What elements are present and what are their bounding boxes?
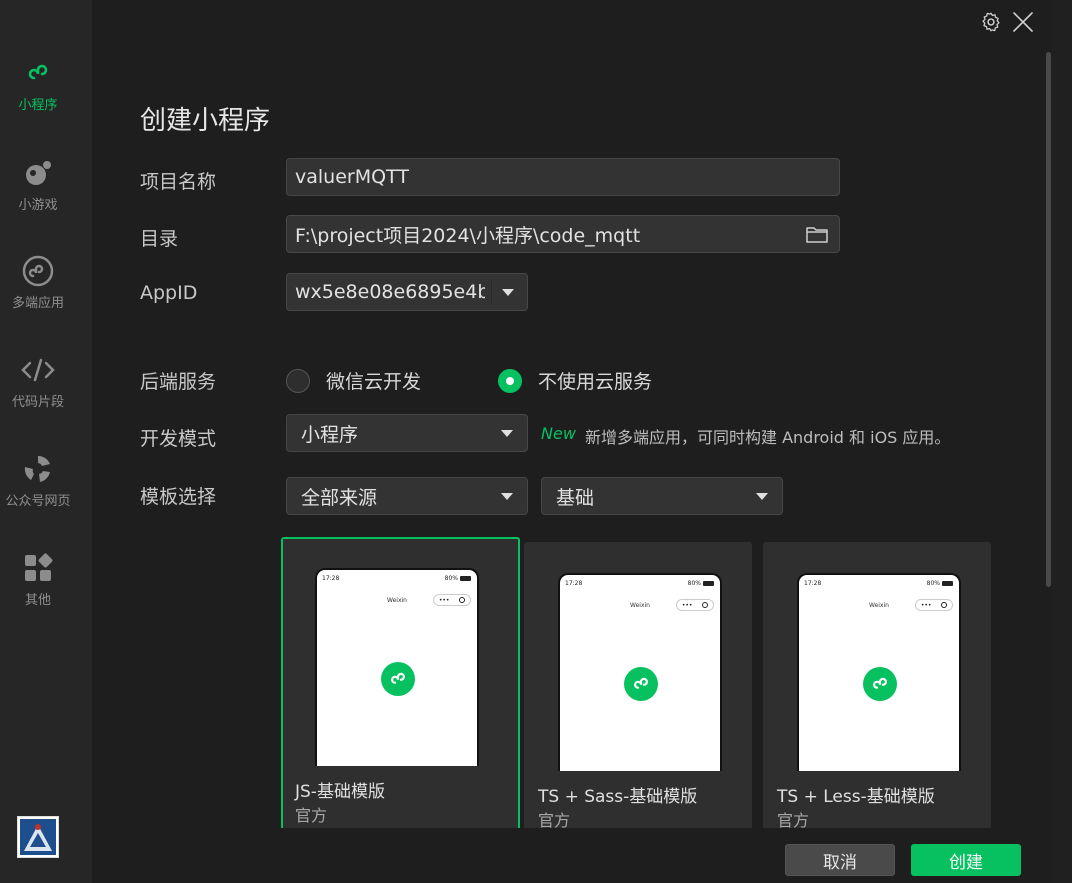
project-name-input[interactable]: valuerMQTT — [286, 158, 840, 196]
radio-label: 不使用云服务 — [538, 371, 653, 393]
new-badge: New — [541, 424, 576, 443]
radio-label: 微信云开发 — [326, 371, 422, 393]
project-name-label: 项目名称 — [140, 171, 217, 193]
template-card-ts-less[interactable]: 17:28 80% Weixin ••• TS + Less-基础模版 官方 — [763, 542, 991, 832]
chevron-down-icon — [501, 492, 513, 500]
more-icon: ••• — [920, 601, 932, 609]
miniprogram-icon — [21, 56, 55, 90]
template-name: TS + Sass-基础模版 — [538, 787, 698, 807]
phone-battery: 80% — [927, 580, 953, 587]
create-button[interactable]: 创建 — [911, 844, 1021, 876]
battery-percent: 80% — [687, 580, 701, 587]
miniprogram-logo-icon — [624, 667, 658, 701]
phone-battery: 80% — [688, 580, 714, 587]
chevron-down-icon[interactable] — [502, 288, 514, 296]
appid-label: AppID — [140, 282, 198, 304]
sidebar-item-label: 代码片段 — [11, 395, 64, 410]
template-name: JS-基础模版 — [295, 782, 385, 802]
dev-mode-select[interactable]: 小程序 — [286, 414, 528, 452]
project-name-value: valuerMQTT — [295, 166, 409, 188]
official-account-icon — [21, 452, 55, 486]
sidebar-item-minigame[interactable]: 小游戏 — [0, 156, 76, 213]
new-feature-description: 新增多端应用，可同时构建 Android 和 iOS 应用。 — [585, 428, 951, 447]
miniprogram-logo-icon — [381, 662, 415, 696]
miniprogram-logo-icon — [863, 667, 897, 701]
battery-percent: 80% — [926, 580, 940, 587]
chevron-down-icon — [501, 429, 513, 437]
other-icon — [21, 551, 55, 585]
phone-capsule: ••• — [433, 594, 471, 606]
footer-bar — [92, 828, 1052, 883]
template-source-value: 全部来源 — [301, 486, 378, 509]
sidebar-item-label: 其他 — [24, 593, 51, 608]
backend-label: 后端服务 — [140, 371, 217, 393]
scrollbar-thumb[interactable] — [1046, 52, 1051, 587]
directory-label: 目录 — [140, 228, 179, 250]
multiplatform-icon — [21, 254, 55, 288]
appid-dropdown-divider — [491, 280, 492, 304]
folder-icon[interactable] — [805, 224, 829, 244]
phone-preview: 17:28 80% Weixin ••• — [558, 573, 722, 771]
capsule-close-icon — [459, 597, 466, 603]
gear-icon[interactable] — [977, 8, 1005, 36]
code-snippet-icon — [21, 353, 55, 387]
phone-capsule: ••• — [676, 599, 714, 611]
avatar[interactable] — [17, 816, 59, 858]
phone-time: 17:28 — [804, 580, 822, 587]
phone-battery: 80% — [445, 575, 471, 582]
more-icon: ••• — [438, 596, 450, 604]
sidebar-item-code-snippet[interactable]: 代码片段 — [0, 353, 76, 410]
phone-capsule: ••• — [915, 599, 953, 611]
template-card-ts-sass[interactable]: 17:28 80% Weixin ••• TS + Sass-基础模版 官方 — [524, 542, 752, 832]
directory-value: F:\project项目2024\小程序\code_mqtt — [295, 224, 641, 247]
capsule-close-icon — [702, 602, 709, 608]
template-source-select[interactable]: 全部来源 — [286, 477, 528, 515]
radio-circle[interactable] — [498, 368, 522, 393]
radio-no-cloud[interactable]: 不使用云服务 — [498, 367, 652, 394]
scrollbar-track[interactable] — [1052, 0, 1072, 883]
appid-value: wx5e8e08e6895e4b7c — [295, 281, 485, 303]
battery-icon — [942, 581, 953, 586]
template-source: 官方 — [295, 806, 328, 825]
battery-icon — [460, 576, 471, 581]
phone-preview: 17:28 80% Weixin ••• — [315, 568, 479, 766]
dev-mode-value: 小程序 — [301, 423, 359, 446]
more-icon: ••• — [681, 601, 693, 609]
page-title: 创建小程序 — [140, 106, 271, 136]
sidebar-item-label: 多端应用 — [11, 296, 64, 311]
template-card-js[interactable]: 17:28 80% Weixin ••• JS-基础模版 官方 — [281, 537, 520, 837]
template-category-select[interactable]: 基础 — [541, 477, 783, 515]
sidebar-item-label: 小程序 — [18, 98, 58, 113]
dev-mode-label: 开发模式 — [140, 428, 217, 450]
template-label: 模板选择 — [140, 486, 217, 508]
capsule-close-icon — [941, 602, 948, 608]
phone-preview: 17:28 80% Weixin ••• — [797, 573, 961, 771]
sidebar-item-other[interactable]: 其他 — [0, 551, 76, 608]
battery-percent: 80% — [444, 575, 458, 582]
template-category-value: 基础 — [556, 486, 595, 509]
avatar-image — [20, 819, 56, 855]
minigame-icon — [21, 156, 55, 190]
appid-select[interactable]: wx5e8e08e6895e4b7c — [286, 273, 528, 311]
chevron-down-icon — [756, 492, 768, 500]
cancel-button[interactable]: 取消 — [785, 844, 895, 876]
phone-time: 17:28 — [322, 575, 340, 582]
directory-input[interactable]: F:\project项目2024\小程序\code_mqtt — [286, 215, 840, 253]
phone-time: 17:28 — [565, 580, 583, 587]
radio-circle[interactable] — [286, 368, 310, 393]
template-name: TS + Less-基础模版 — [777, 787, 935, 807]
battery-icon — [703, 581, 714, 586]
sidebar-item-miniprogram[interactable]: 小程序 — [0, 56, 76, 113]
radio-wechat-cloud[interactable]: 微信云开发 — [286, 367, 421, 394]
sidebar-item-multiplatform[interactable]: 多端应用 — [0, 254, 76, 311]
close-icon[interactable] — [1009, 8, 1037, 36]
sidebar-item-official-account[interactable]: 公众号网页 — [0, 452, 76, 509]
sidebar-item-label: 小游戏 — [18, 198, 58, 213]
sidebar-item-label: 公众号网页 — [5, 494, 71, 509]
sidebar: 小程序 小游戏 多端应用 代码片段 公众号网页 其他 — [0, 0, 92, 883]
